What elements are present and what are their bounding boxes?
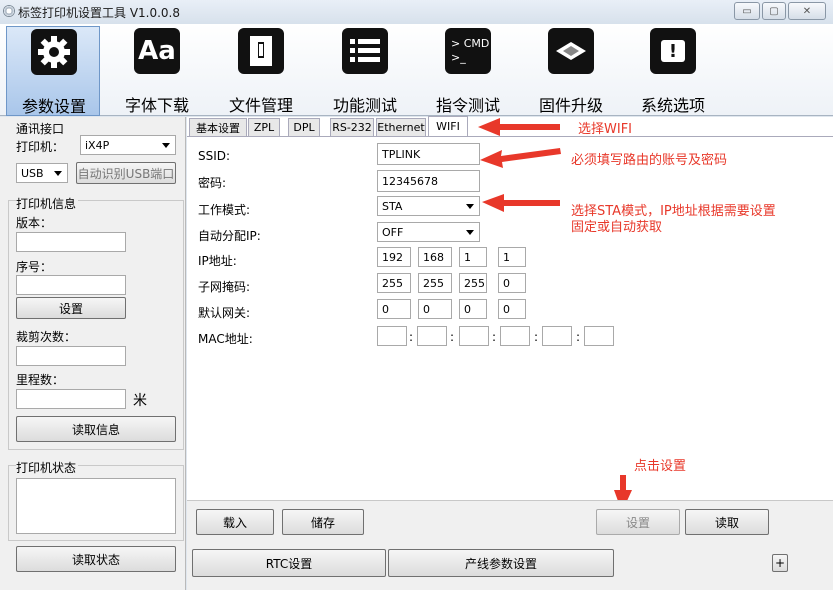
arrow-mode — [482, 194, 560, 212]
read-button[interactable]: 读取 — [685, 509, 769, 535]
note-select-wifi: 选择WIFI — [578, 122, 632, 137]
note-fill-router-account: 必须填写路由的账号及密码 — [571, 153, 728, 168]
expand-plus-button[interactable]: + — [772, 554, 788, 572]
load-button[interactable]: 载入 — [196, 509, 274, 535]
arrow-wifi-tab — [478, 118, 560, 136]
set-button[interactable]: 设置 — [596, 509, 680, 535]
save-button[interactable]: 储存 — [282, 509, 364, 535]
rtc-settings-button[interactable]: RTC设置 — [192, 549, 386, 577]
arrow-ssid — [480, 148, 561, 168]
note-click-set: 点击设置 — [634, 459, 687, 474]
note-fixed-or-auto: 固定或自动获取 — [571, 220, 663, 235]
production-line-params-button[interactable]: 产线参数设置 — [388, 549, 614, 577]
